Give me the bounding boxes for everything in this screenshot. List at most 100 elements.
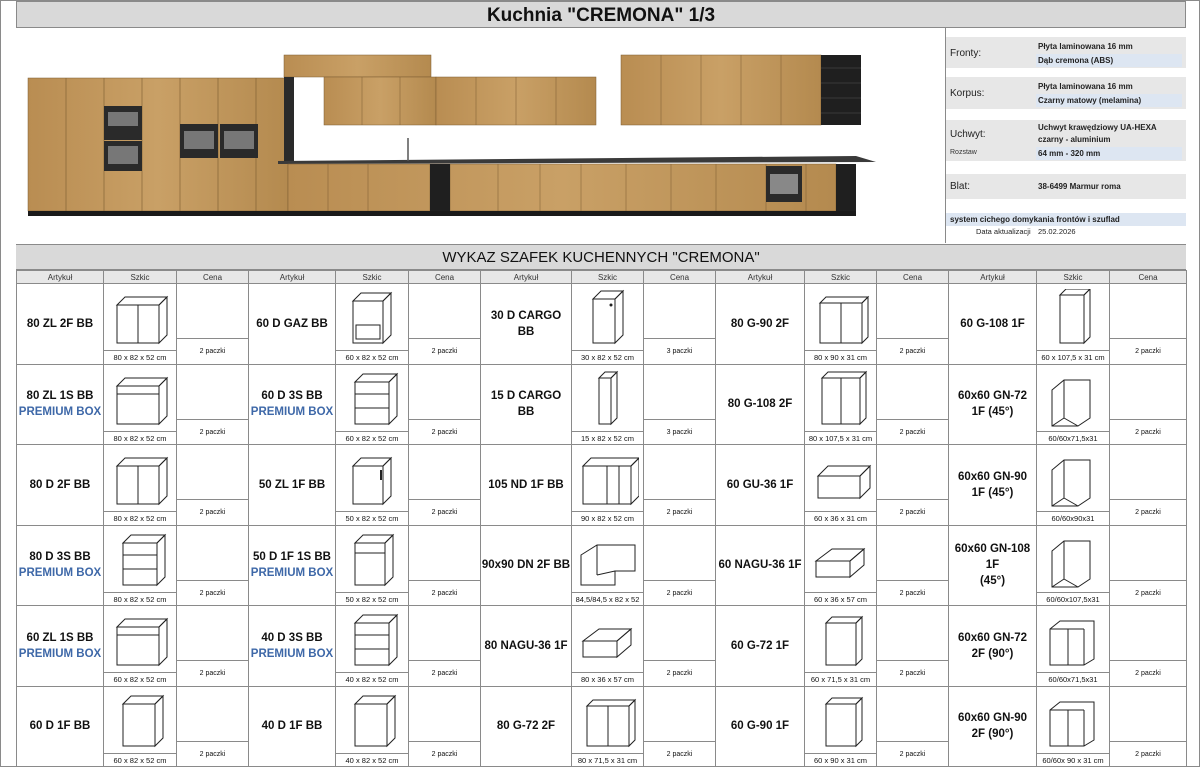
sink-cabinet-1-door-icon (351, 456, 393, 506)
sketch-cell: 60 x 90 x 31 cm (804, 685, 877, 767)
sketch: 80 x 82 x 52 cm (104, 526, 176, 605)
sketch-cell: 60 x 82 x 52 cm (103, 685, 177, 767)
price-cell: 2 paczki (408, 363, 481, 445)
sketch: 90 x 82 x 52 cm (572, 445, 643, 524)
price-cell: 2 paczki (876, 524, 949, 606)
price-cell: 2 paczki (643, 605, 716, 687)
price: 2 paczki (644, 687, 715, 766)
price: 2 paczki (1110, 445, 1186, 524)
spec-panel: Fronty: Płyta laminowana 16 mm Dąb cremo… (946, 37, 1186, 238)
sketch-cell: 90 x 82 x 52 cm (571, 444, 644, 526)
article-name: 60 GU-36 1F (716, 445, 804, 524)
sketch: 60 x 71,5 x 31 cm (805, 606, 876, 685)
corner-wall-cabinet-45-icon (1051, 379, 1091, 426)
article-code: 80 D 3S BB (29, 551, 91, 563)
package-count: 2 paczki (1110, 740, 1186, 767)
dimensions: 80 x 82 x 52 cm (104, 430, 176, 444)
sketch: 60/60x90x31 (1037, 445, 1109, 524)
package-count: 2 paczki (177, 418, 248, 445)
article-code: 60 D GAZ BB (256, 317, 328, 330)
sketch: 60/60x 90 x 31 cm (1037, 687, 1109, 766)
sketch-cell: 60 x 82 x 52 cm (335, 283, 409, 365)
article-name: 80 NAGU-36 1F (481, 606, 571, 685)
sketch-cell: 60/60x 90 x 31 cm (1036, 685, 1110, 767)
price-cell: 2 paczki (408, 685, 481, 767)
price: 3 paczki (644, 284, 715, 363)
price: 2 paczki (644, 606, 715, 685)
flap-wall-cabinet-icon (816, 464, 871, 500)
package-count: 2 paczki (409, 418, 480, 445)
header-artykul: Artykuł (248, 270, 336, 284)
package-count: 2 paczki (409, 499, 480, 525)
article-code: 60 NAGU-36 1F (718, 559, 802, 571)
article-code: 80 G-72 2F (496, 720, 556, 732)
base-cabinet-2-door-icon (115, 456, 169, 506)
spec-uchwyt: Uchwyt: Uchwyt krawędziowy UA-HEXA czarn… (946, 120, 1186, 162)
sketch-cell: 80 x 107,5 x 31 cm (804, 363, 877, 445)
spec-gap (946, 69, 1186, 77)
package-count: 3 paczki (644, 338, 715, 364)
sketch: 40 x 82 x 52 cm (336, 687, 408, 766)
cargo-cabinet-icon (591, 289, 624, 345)
sketch: 40 x 82 x 52 cm (336, 606, 408, 685)
package-count: 2 paczki (877, 579, 948, 606)
sketch: 50 x 82 x 52 cm (336, 445, 408, 524)
article-name: 50 ZL 1F BB (249, 445, 335, 524)
price-cell: 2 paczki (1109, 524, 1187, 606)
header-artykul: Artykuł (948, 270, 1037, 284)
price-cell: 2 paczki (176, 605, 249, 687)
article-code: 60 GU-36 1F (726, 478, 794, 491)
wall-cabinet-2-door-icon (818, 295, 869, 345)
sketch-cell: 60 x 71,5 x 31 cm (804, 605, 877, 687)
price-cell: 2 paczki (876, 444, 949, 526)
article-cell: 60 ZL 1S BB PREMIUM BOX (16, 605, 104, 687)
dimensions: 60 x 82 x 52 cm (104, 752, 176, 766)
dimensions: 50 x 82 x 52 cm (336, 591, 408, 605)
spec-update-label: Data aktualizacji (976, 227, 1031, 236)
dimensions: 60 x 107,5 x 31 cm (1037, 350, 1109, 363)
article-cell: 60 D 1F BB (16, 685, 104, 767)
kitchen-render-image (27, 54, 876, 216)
package-count: 2 paczki (177, 499, 248, 525)
article-cell: 50 ZL 1F BB (248, 444, 336, 526)
article-cell: 80 D 2F BB (16, 444, 104, 526)
table-row: 80 ZL 2F BB 80 x 82 x 52 cm 2 paczki 60 … (16, 283, 1187, 365)
header-szkic: Szkic (1036, 270, 1110, 284)
article-code: 60 G-90 1F (730, 720, 790, 732)
price: 2 paczki (409, 445, 480, 524)
oven-cabinet-icon (351, 291, 393, 345)
spec-gap (946, 162, 1186, 174)
sketch: 60 x 36 x 57 cm (805, 526, 876, 605)
article-name: 60 D 1F BB (17, 687, 103, 766)
sketch: 60 x 82 x 52 cm (104, 687, 176, 766)
sink-drawer-cabinet-icon (115, 617, 169, 667)
price-cell: 2 paczki (643, 685, 716, 767)
sketch-cell: 60 x 36 x 31 cm (804, 444, 877, 526)
table-body: 80 ZL 2F BB 80 x 82 x 52 cm 2 paczki 60 … (16, 283, 1187, 767)
price: 2 paczki (177, 687, 248, 766)
sketch: 60/60x71,5x31 (1037, 606, 1109, 685)
article-code: 90x90 DN 2F BB (481, 559, 571, 571)
article-name: 40 D 3S BB PREMIUM BOX (249, 606, 335, 685)
price: 2 paczki (177, 445, 248, 524)
dimensions: 60/60x71,5x31 (1037, 430, 1109, 444)
article-cell: 80 D 3S BB PREMIUM BOX (16, 524, 104, 606)
article-name: 80 ZL 2F BB (17, 284, 103, 363)
article-cell: 60x60 GN-108 1F (45°) (948, 524, 1037, 606)
premium-box-label: PREMIUM BOX (250, 647, 334, 660)
dimensions: 80 x 82 x 52 cm (104, 511, 176, 524)
article-cell: 80 G-90 2F (715, 283, 805, 365)
sketch-cell: 30 x 82 x 52 cm (571, 283, 644, 365)
header-artykul: Artykuł (16, 270, 104, 284)
article-cell: 105 ND 1F BB (480, 444, 572, 526)
dimensions: 60 x 82 x 52 cm (336, 430, 408, 444)
price: 2 paczki (177, 365, 248, 444)
sketch-cell: 60 x 82 x 52 cm (103, 605, 177, 687)
article-name: 50 D 1F 1S BB PREMIUM BOX (249, 526, 335, 605)
premium-box-label: PREMIUM BOX (18, 406, 102, 418)
article-code: 60 D 1F BB (29, 720, 91, 732)
spec-fronty-val2: Dąb cremona (ABS) (1036, 54, 1182, 67)
article-cell: 60 D 3S BB PREMIUM BOX (248, 363, 336, 445)
article-name: 60 NAGU-36 1F (716, 526, 804, 605)
article-cell: 60x60 GN-72 1F (45°) (948, 363, 1037, 445)
